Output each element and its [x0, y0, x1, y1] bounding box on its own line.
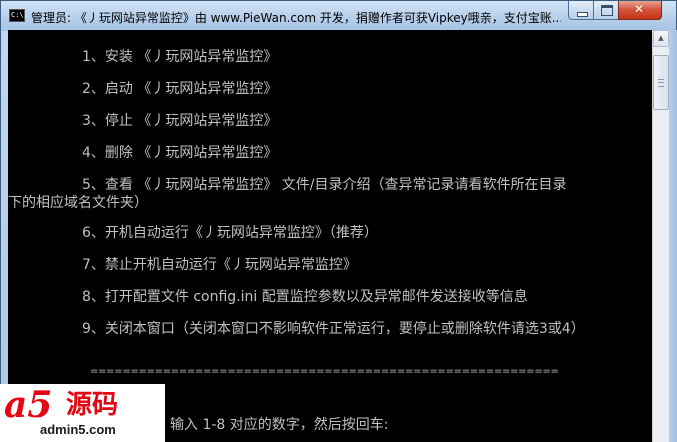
scroll-up-arrow-icon[interactable]: ▲ — [653, 30, 669, 47]
window-title: 管理员: 《丿玩网站异常监控》由 www.PieWan.com 开发，捐赠作者可… — [31, 11, 561, 25]
vertical-scrollbar[interactable]: ▲ — [652, 30, 669, 442]
separator-line: ========================================… — [90, 366, 559, 377]
input-prompt: 输入 1-8 对应的数字，然后按回车: — [170, 417, 389, 433]
grip-icon — [658, 79, 664, 87]
watermark-logo: a5 源码 admin5.com — [0, 384, 165, 442]
minimize-button[interactable] — [568, 1, 594, 20]
close-button[interactable] — [618, 1, 662, 20]
menu-option-3: 3、停止 《丿玩网站异常监控》 — [82, 113, 278, 129]
menu-option-2: 2、启动 《丿玩网站异常监控》 — [82, 81, 278, 97]
window-frame-right — [669, 30, 677, 442]
watermark-a5-logo: a5 — [4, 384, 53, 426]
watermark-url: admin5.com — [40, 422, 116, 437]
menu-option-6: 6、开机自动运行《丿玩网站异常监控》（推荐） — [82, 225, 378, 241]
maximize-button[interactable] — [593, 1, 619, 20]
console-output[interactable]: 1、安装 《丿玩网站异常监控》 2、启动 《丿玩网站异常监控》 3、停止 《丿玩… — [8, 30, 652, 442]
console-icon-text: C:\. — [11, 11, 28, 19]
menu-option-8: 8、打开配置文件 config.ini 配置监控参数以及异常邮件发送接收等信息 — [82, 289, 528, 305]
watermark-name: 源码 — [66, 390, 119, 420]
scroll-thumb[interactable] — [653, 55, 669, 110]
menu-option-9: 9、关闭本窗口（关闭本窗口不影响软件正常运行，要停止或删除软件请选3或4） — [82, 321, 585, 337]
menu-option-7: 7、禁止开机自动运行《丿玩网站异常监控》 — [82, 257, 357, 273]
menu-option-5-continued: 下的相应域名文件夹） — [8, 195, 148, 211]
title-bar[interactable]: C:\. 管理员: 《丿玩网站异常监控》由 www.PieWan.com 开发，… — [1, 1, 676, 31]
console-icon[interactable]: C:\. — [9, 9, 28, 22]
menu-option-5: 5、查看 《丿玩网站异常监控》 文件/目录介绍（查异常记录请看软件所在目录 — [82, 177, 567, 193]
menu-option-4: 4、删除 《丿玩网站异常监控》 — [82, 145, 278, 161]
menu-option-1: 1、安装 《丿玩网站异常监控》 — [82, 49, 278, 65]
